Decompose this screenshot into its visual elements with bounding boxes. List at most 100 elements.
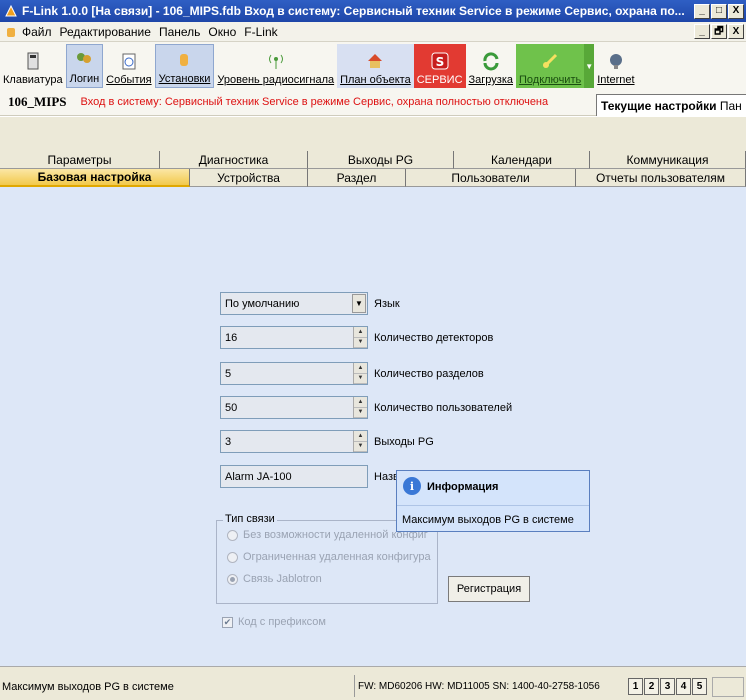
users-label: Количество пользователей: [374, 402, 513, 414]
tab-pg-outputs[interactable]: Выходы PG: [308, 151, 454, 169]
stepper-down-icon[interactable]: ▼: [354, 408, 367, 418]
tooltip-title: Информация: [427, 481, 499, 493]
menu-edit[interactable]: Редактирование: [58, 25, 157, 39]
svg-text:S: S: [435, 55, 444, 69]
radio-limited-remote-config[interactable]: Ограниченная удаленная конфигура: [227, 551, 431, 563]
radio-jablotron-link[interactable]: Связь Jablotron: [227, 573, 322, 585]
system-name-value: Alarm JA-100: [225, 470, 292, 483]
users-count-field[interactable]: 50 ▲ ▼: [220, 396, 368, 419]
status-bar: Максимум выходов PG в системе FW: MD6020…: [0, 666, 746, 700]
tab-panel-cut[interactable]: Пан: [720, 99, 742, 113]
tab-parameters[interactable]: Параметры: [0, 151, 160, 169]
tab-row-sub: Базовая настройка Устройства Раздел Поль…: [0, 169, 746, 187]
hand-icon: [7, 27, 15, 37]
download-button[interactable]: Загрузка: [466, 44, 516, 88]
detectors-label: Количество детекторов: [374, 332, 494, 344]
prefix-code-label: Код с префиксом: [238, 616, 326, 628]
detectors-stepper[interactable]: ▲ ▼: [353, 327, 367, 348]
tab-users[interactable]: Пользователи: [406, 169, 576, 187]
close-button[interactable]: X: [728, 3, 744, 19]
tab-section[interactable]: Раздел: [308, 169, 406, 187]
service-icon: S: [431, 52, 449, 70]
device-name: 106_MIPS: [8, 94, 67, 109]
mdi-minimize-button[interactable]: _: [694, 24, 710, 39]
tab-communication[interactable]: Коммуникация: [590, 151, 746, 169]
login-message: Вход в систему: Сервисный техник Service…: [80, 96, 549, 108]
status-message: Максимум выходов PG в системе: [2, 681, 174, 693]
events-label: События: [106, 74, 152, 86]
menu-window[interactable]: Окно: [206, 25, 242, 39]
internet-label: Internet: [597, 74, 635, 86]
login-icon: [77, 53, 92, 63]
menu-file[interactable]: Файл: [20, 25, 58, 39]
login-label: Логин: [69, 73, 100, 85]
tooltip-message: Максимум выходов PG в системе: [402, 514, 574, 526]
detectors-count-field[interactable]: 16 ▲ ▼: [220, 326, 368, 349]
object-plan-button[interactable]: План объекта: [337, 44, 414, 88]
connect-icon: [543, 53, 558, 69]
events-button[interactable]: События: [103, 44, 154, 88]
section-indicator-1[interactable]: 1: [628, 678, 643, 695]
sections-count-field[interactable]: 5 ▲ ▼: [220, 362, 368, 385]
prefix-code-checkbox[interactable]: ✔ Код с префиксом: [222, 616, 326, 628]
radio-circle-icon: [227, 551, 238, 563]
internet-button[interactable]: Internet: [594, 44, 637, 88]
language-value: По умолчанию: [225, 297, 300, 310]
tab-calendars[interactable]: Календари: [454, 151, 590, 169]
tab-current-settings[interactable]: Текущие настройки Пан: [596, 94, 746, 116]
stepper-up-icon[interactable]: ▲: [354, 397, 367, 408]
detectors-value: 16: [225, 331, 238, 344]
pg-outputs-stepper[interactable]: ▲ ▼: [353, 431, 367, 452]
minimize-button[interactable]: _: [694, 3, 710, 19]
keyboard-icon: [27, 52, 39, 70]
tab-user-reports[interactable]: Отчеты пользователям: [576, 169, 746, 187]
title-bar: F-Link 1.0.0 [На связи] - 106_MIPS.fdb В…: [0, 0, 746, 22]
radio-limited-remote-label: Ограниченная удаленная конфигура: [243, 551, 431, 563]
chevron-down-icon[interactable]: ▼: [352, 294, 366, 313]
menu-flink[interactable]: F-Link: [242, 25, 283, 39]
sections-stepper[interactable]: ▲ ▼: [353, 363, 367, 384]
menu-panel[interactable]: Панель: [157, 25, 206, 39]
mdi-close-button[interactable]: X: [728, 24, 744, 39]
maximize-button[interactable]: □: [711, 3, 727, 19]
connect-button[interactable]: Подключить: [516, 44, 585, 88]
settings-label: Установки: [158, 73, 211, 85]
section-indicator-3[interactable]: 3: [660, 678, 675, 695]
language-label: Язык: [374, 298, 400, 310]
internet-icon: [609, 54, 622, 69]
language-select[interactable]: По умолчанию ▼: [220, 292, 368, 315]
section-indicator-5[interactable]: 5: [692, 678, 707, 695]
tab-diagnostics[interactable]: Диагностика: [160, 151, 308, 169]
service-button[interactable]: S СЕРВИС: [413, 44, 466, 88]
stepper-up-icon[interactable]: ▲: [354, 431, 367, 442]
house-icon: [368, 54, 383, 68]
section-indicator-4[interactable]: 4: [676, 678, 691, 695]
settings-button[interactable]: Установки: [154, 44, 215, 88]
section-indicator-2[interactable]: 2: [644, 678, 659, 695]
stepper-up-icon[interactable]: ▲: [354, 363, 367, 374]
connect-dropdown-arrow[interactable]: ▼: [584, 44, 595, 88]
sections-value: 5: [225, 367, 232, 380]
users-stepper[interactable]: ▲ ▼: [353, 397, 367, 418]
stepper-down-icon[interactable]: ▼: [354, 374, 367, 384]
status-panel-empty: [712, 677, 744, 697]
tab-basic-settings[interactable]: Базовая настройка: [0, 169, 190, 187]
stepper-up-icon[interactable]: ▲: [354, 327, 367, 338]
connect-label: Подключить: [519, 74, 582, 86]
radio-selected-icon: [227, 573, 238, 585]
pg-outputs-value: 3: [225, 435, 232, 448]
radio-jablotron-label: Связь Jablotron: [243, 573, 322, 585]
radio-signal-icon: [268, 54, 283, 69]
stepper-down-icon[interactable]: ▼: [354, 442, 367, 452]
stepper-down-icon[interactable]: ▼: [354, 338, 367, 348]
login-button[interactable]: Логин: [65, 44, 104, 88]
tab-devices[interactable]: Устройства: [190, 169, 308, 187]
connection-type-group: Тип связи Без возможности удаленной конф…: [216, 513, 438, 604]
keyboard-button[interactable]: Клавиатура: [0, 44, 66, 88]
system-name-field[interactable]: Alarm JA-100: [220, 465, 368, 488]
radio-signal-button[interactable]: Уровень радиосигнала: [214, 44, 337, 88]
service-label: СЕРВИС: [416, 74, 463, 86]
register-button[interactable]: Регистрация: [448, 576, 530, 602]
pg-outputs-field[interactable]: 3 ▲ ▼: [220, 430, 368, 453]
mdi-restore-button[interactable]: 🗗: [711, 24, 727, 39]
